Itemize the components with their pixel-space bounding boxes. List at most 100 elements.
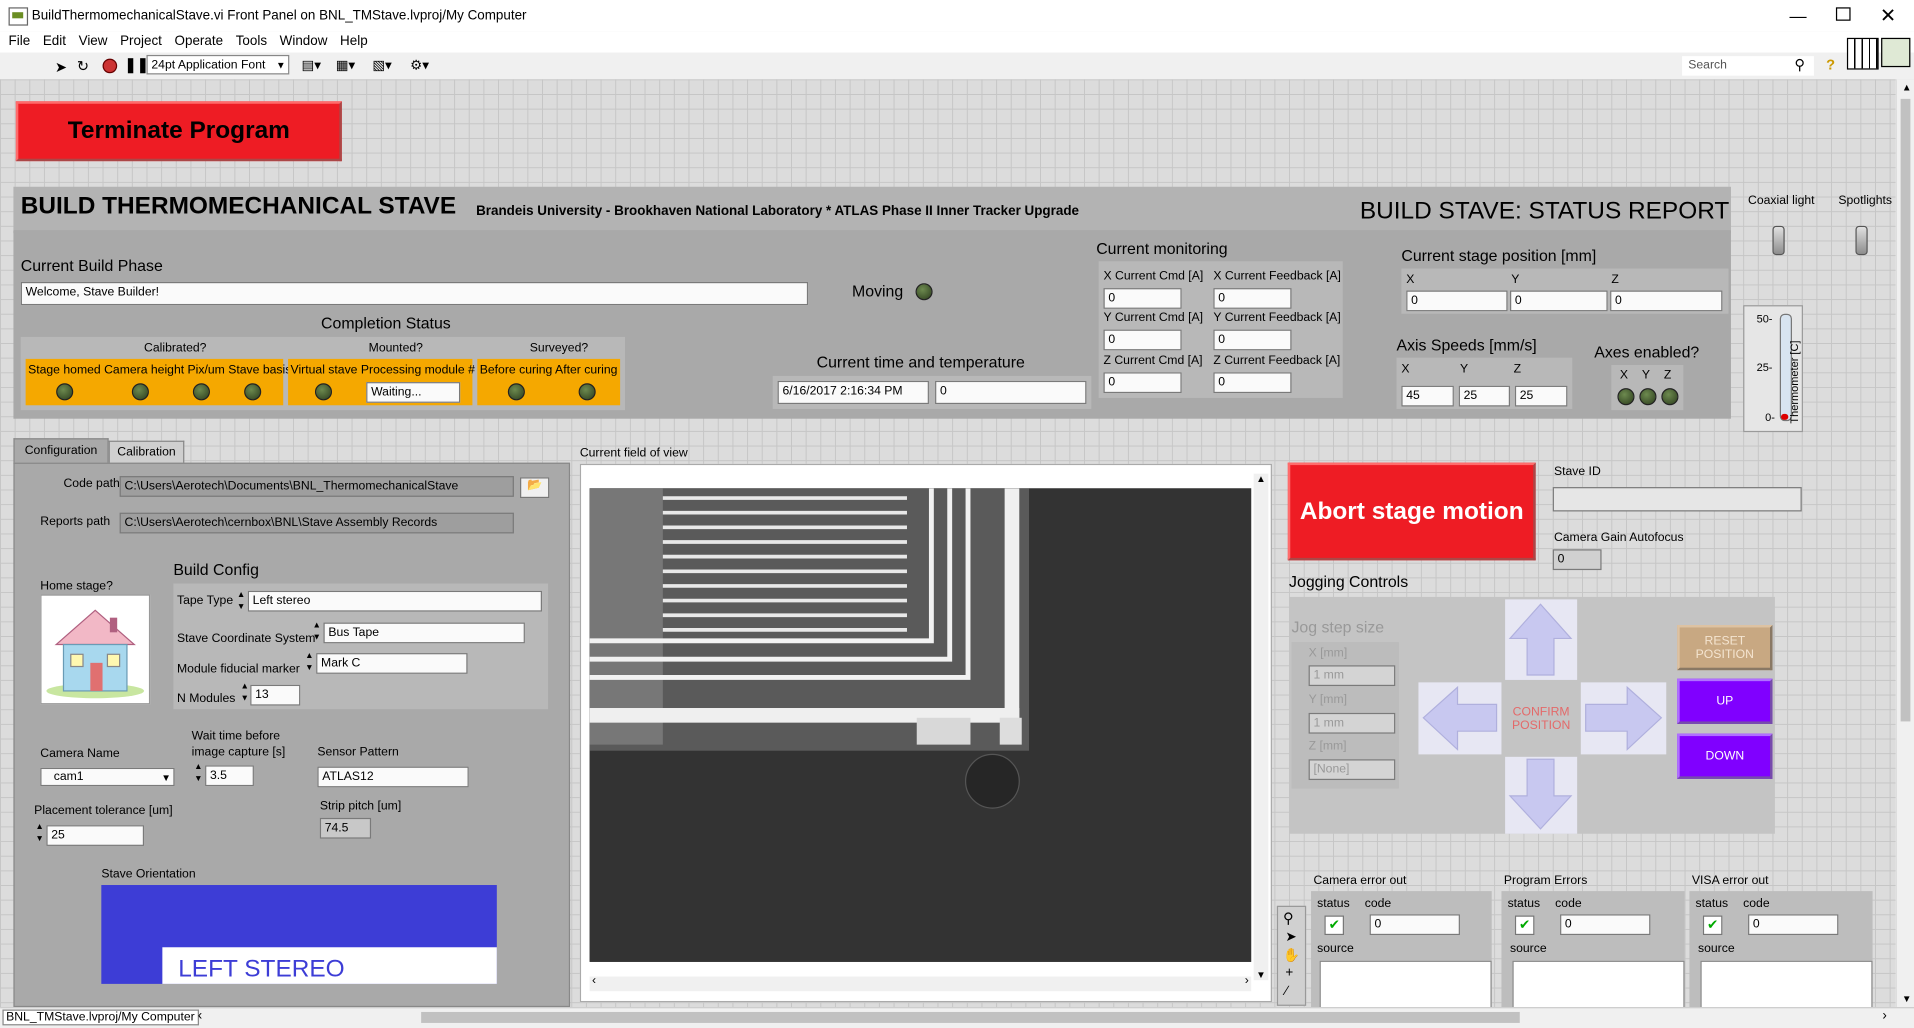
toolbar: ➤ ↻ ❚❚ 24pt Application Font ▼ ▤▾ ▦▾ ▧▾ … <box>0 37 1914 81</box>
scroll-up-icon[interactable]: ▲ <box>1256 474 1266 485</box>
window-horizontal-thumb[interactable] <box>421 1011 1520 1023</box>
fiducial-marker-value[interactable]: Mark C <box>316 653 468 674</box>
jog-y-label: Y [mm] <box>1308 693 1348 707</box>
align-objects-icon[interactable]: ▤▾ <box>302 57 321 74</box>
fov-vertical-scrollbar[interactable]: ▲ ▼ <box>1253 473 1269 981</box>
n-modules-input[interactable]: 13 <box>250 684 301 706</box>
pan-hand-icon[interactable]: ✋ <box>1283 947 1300 963</box>
minimize-icon[interactable]: — <box>1790 6 1810 26</box>
abort-stage-motion-button[interactable]: Abort stage motion <box>1287 462 1536 561</box>
maximize-icon[interactable] <box>1835 7 1851 21</box>
tab-calibration[interactable]: Calibration <box>108 440 185 464</box>
distribute-objects-icon[interactable]: ▦▾ <box>336 57 355 74</box>
scroll-left-icon[interactable]: ‹ <box>592 974 596 987</box>
resize-objects-icon[interactable]: ▧▾ <box>372 57 391 74</box>
tab-configuration[interactable]: Configuration <box>13 438 109 464</box>
close-icon[interactable]: ✕ <box>1880 4 1896 28</box>
up-button[interactable]: UP <box>1677 678 1773 724</box>
stave-coord-stepper[interactable]: ▲ ▼ <box>312 620 322 647</box>
scroll-up-icon[interactable]: ▲ <box>1902 82 1912 93</box>
folder-browse-icon[interactable]: 📂 <box>520 477 550 499</box>
terminate-program-button[interactable]: Terminate Program <box>15 101 342 162</box>
scroll-right-icon[interactable]: › <box>1882 1008 1886 1023</box>
menu-window[interactable]: Window <box>280 32 328 53</box>
jog-down-button[interactable] <box>1505 756 1578 834</box>
vi-icon[interactable] <box>1881 37 1911 68</box>
scroll-right-icon[interactable]: › <box>1245 974 1249 987</box>
n-modules-stepper[interactable]: ▲ ▼ <box>240 681 250 708</box>
x-current-cmd-label: X Current Cmd [A] <box>1103 269 1204 284</box>
fov-horizontal-scrollbar[interactable]: ‹ › <box>589 974 1252 992</box>
jog-left-button[interactable] <box>1418 682 1502 755</box>
program-errors-code-value: 0 <box>1560 914 1651 936</box>
spotlights-toggle[interactable] <box>1855 225 1868 256</box>
camera-image[interactable] <box>589 488 1252 962</box>
jog-right-button[interactable] <box>1580 682 1667 755</box>
axis-y-enabled-label: Y <box>1641 368 1650 383</box>
search-icon[interactable]: ⚲ <box>1794 56 1805 73</box>
window-vertical-scrollbar[interactable]: ▲ ▼ <box>1895 79 1914 1008</box>
fiducial-marker-stepper[interactable]: ▲ ▼ <box>305 651 315 678</box>
connector-pane-icon[interactable] <box>1846 37 1879 70</box>
y-current-feedback-label: Y Current Feedback [A] <box>1213 311 1341 325</box>
down-label: DOWN <box>1705 749 1745 763</box>
speed-z-input[interactable]: 25 <box>1514 385 1568 407</box>
program-errors-source-box <box>1512 960 1685 1010</box>
menu-tools[interactable]: Tools <box>236 32 267 53</box>
tape-type-stepper[interactable]: ▲ ▼ <box>237 590 247 617</box>
speed-y-input[interactable]: 25 <box>1458 385 1511 407</box>
menu-edit[interactable]: Edit <box>43 32 66 53</box>
camera-name-label: Camera Name <box>40 747 120 761</box>
placement-tolerance-input[interactable]: 25 <box>46 825 145 846</box>
jog-y-input[interactable]: 1 mm <box>1308 712 1396 734</box>
menu-view[interactable]: View <box>79 32 108 53</box>
jog-x-input[interactable]: 1 mm <box>1308 665 1396 687</box>
reset-position-button[interactable]: RESET POSITION <box>1677 624 1773 671</box>
wait-time-input[interactable]: 3.5 <box>205 765 254 787</box>
camera-error-title: Camera error out <box>1313 874 1407 888</box>
y-current-cmd-value: 0 <box>1103 329 1182 351</box>
placement-tolerance-stepper[interactable]: ▲ ▼ <box>35 822 45 849</box>
run-continuously-icon[interactable]: ↻ <box>77 57 89 74</box>
scroll-thumb[interactable] <box>1900 98 1911 722</box>
moving-label: Moving <box>852 281 904 301</box>
scroll-down-icon[interactable]: ▼ <box>1256 969 1266 980</box>
crosshair-icon[interactable]: + <box>1285 966 1293 981</box>
thermometer-label: Thermometer [C] <box>1788 340 1801 424</box>
wait-time-stepper[interactable]: ▲ ▼ <box>194 762 204 789</box>
menu-operate[interactable]: Operate <box>175 32 224 53</box>
menu-project[interactable]: Project <box>120 32 162 53</box>
stave-coord-value[interactable]: Bus Tape <box>323 622 525 644</box>
menu-file[interactable]: File <box>9 32 31 53</box>
camera-error-status-label: status <box>1317 897 1350 911</box>
pointer-icon[interactable]: ➤ <box>1285 929 1296 945</box>
font-select[interactable]: 24pt Application Font ▼ <box>146 54 290 75</box>
stave-orientation-label: Stave Orientation <box>101 867 196 882</box>
help-icon[interactable]: ? <box>1826 56 1835 73</box>
sensor-pattern-value[interactable]: ATLAS12 <box>317 766 469 788</box>
stave-id-input[interactable] <box>1552 487 1802 512</box>
pause-icon[interactable]: ❚❚ <box>125 56 150 73</box>
scroll-down-icon[interactable]: ▼ <box>1902 994 1912 1005</box>
menu-help[interactable]: Help <box>340 32 368 53</box>
reorder-icon[interactable]: ⚙▾ <box>410 57 429 74</box>
status-report-title: BUILD STAVE: STATUS REPORT <box>1359 197 1730 225</box>
home-stage-button[interactable] <box>40 594 151 705</box>
jog-up-button[interactable] <box>1505 599 1578 680</box>
tape-type-value[interactable]: Left stereo <box>247 590 542 612</box>
down-button[interactable]: DOWN <box>1677 733 1773 779</box>
coaxial-light-toggle[interactable] <box>1772 225 1785 256</box>
zoom-icon[interactable]: ⚲ <box>1283 909 1294 926</box>
line-tool-icon[interactable]: ∕ <box>1285 984 1287 999</box>
run-arrow-icon[interactable]: ➤ <box>55 59 67 76</box>
jog-z-input[interactable]: [None] <box>1308 759 1396 781</box>
speed-x-input[interactable]: 45 <box>1401 385 1454 407</box>
confirm-position-button[interactable]: CONFIRM POSITION <box>1505 682 1578 755</box>
abort-execution-icon[interactable] <box>102 58 118 74</box>
stave-coord-label: Stave Coordinate System <box>177 632 316 646</box>
scroll-left-icon[interactable]: ‹ <box>198 1008 202 1023</box>
reports-path-value[interactable]: C:\Users\Aerotech\cernbox\BNL\Stave Asse… <box>119 512 514 534</box>
code-path-value[interactable]: C:\Users\Aerotech\Documents\BNL_Thermome… <box>119 476 514 497</box>
after-curing-led <box>578 383 596 401</box>
camera-name-select[interactable]: cam1 ▼ <box>40 767 175 787</box>
